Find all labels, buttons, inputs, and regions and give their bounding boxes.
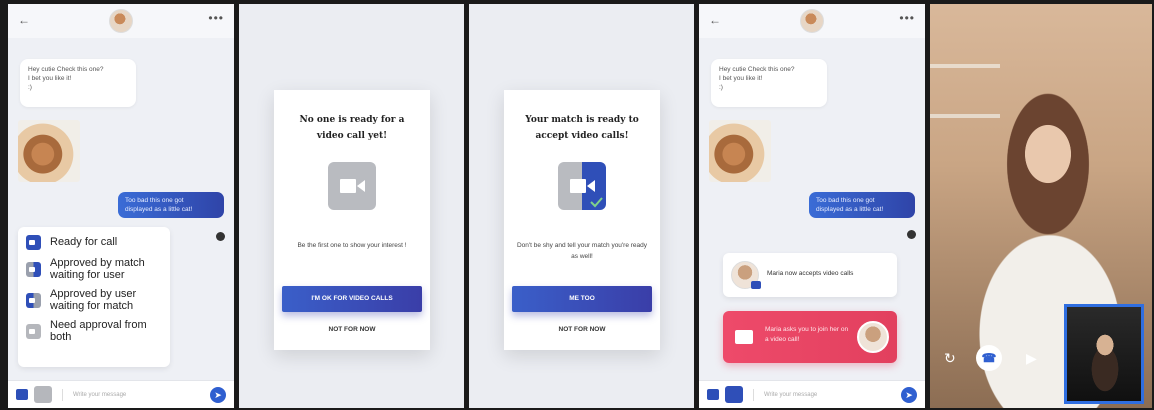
read-receipt-avatar: [907, 230, 916, 239]
outgoing-message: Too bad this one got displayed as a litt…: [809, 192, 915, 218]
cat-image[interactable]: [18, 120, 80, 182]
video-call-icon[interactable]: [725, 386, 743, 403]
message-input[interactable]: Write your message: [62, 389, 192, 401]
incoming-message: Hey cutie Check this one? I bet you like…: [20, 59, 136, 107]
dialog-title: No one is ready for a video call yet!: [299, 115, 405, 142]
send-icon[interactable]: ➤: [210, 387, 226, 403]
notification-text: Maria asks you to join her on a video ca…: [765, 326, 849, 343]
legend-label: Approved by user waiting for match: [50, 288, 137, 313]
dialog-title: Your match is ready to accept video call…: [525, 115, 639, 142]
video-status-legend: Ready for call Approved by match waiting…: [18, 227, 170, 367]
legend-item: Approved by match waiting for user: [26, 257, 162, 281]
chat-header: ← •••: [699, 4, 925, 38]
background-shelf: [930, 64, 1000, 68]
video-call-icon[interactable]: [34, 386, 52, 403]
video-call-screen: ↻ ☎ ▶: [930, 4, 1152, 408]
legend-item: Ready for call: [26, 235, 162, 250]
cat-image[interactable]: [709, 120, 771, 182]
dialog-screen-ready: Your match is ready to accept video call…: [469, 4, 694, 408]
video-badge-icon: [751, 281, 761, 289]
not-now-button[interactable]: NOT FOR NOW: [274, 326, 430, 333]
video-disabled-icon: [328, 162, 376, 210]
chat-screen-notifications: ← ••• Hey cutie Check this one? I bet yo…: [699, 4, 925, 408]
accept-video-calls-button[interactable]: I'M OK FOR VIDEO CALLS: [282, 286, 422, 312]
legend-item: Need approval from both: [26, 319, 162, 343]
dialog-screen-not-ready: No one is ready for a video call yet! Be…: [239, 4, 464, 408]
video-approved-match-icon: [26, 261, 41, 277]
message-input[interactable]: Write your message: [753, 389, 883, 401]
read-receipt-avatar: [216, 232, 225, 241]
back-arrow-icon[interactable]: ←: [709, 13, 721, 27]
chat-header: ← •••: [8, 4, 234, 38]
message-composer: Write your message ➤: [699, 380, 925, 408]
chat-screen-legend: ← ••• Hey cutie Check this one? I bet yo…: [8, 4, 234, 408]
video-half-approved-icon: [558, 162, 606, 210]
video-call-invite-notification[interactable]: Maria asks you to join her on a video ca…: [723, 311, 897, 363]
accepts-calls-notification[interactable]: Maria now accepts video calls: [723, 253, 897, 297]
video-call-dialog: No one is ready for a video call yet! Be…: [274, 90, 430, 350]
me-too-button[interactable]: ME TOO: [512, 286, 652, 312]
outgoing-message: Too bad this one got displayed as a litt…: [118, 192, 224, 218]
avatar: [857, 321, 889, 353]
legend-label: Ready for call: [50, 236, 118, 249]
avatar[interactable]: [109, 9, 133, 33]
more-options-icon[interactable]: •••: [899, 11, 915, 25]
back-arrow-icon[interactable]: ←: [18, 13, 30, 27]
legend-label: Approved by match waiting for user: [50, 257, 145, 282]
avatar[interactable]: [800, 9, 824, 33]
more-options-icon[interactable]: •••: [208, 11, 224, 25]
camera-icon[interactable]: [16, 389, 28, 400]
dialog-subtitle: Don't be shy and tell your match you're …: [516, 242, 648, 261]
send-icon[interactable]: ➤: [901, 387, 917, 403]
video-camera-icon: [735, 330, 753, 344]
background-shelf: [930, 114, 1000, 118]
legend-label: Need approval from both: [50, 319, 147, 344]
not-now-button[interactable]: NOT FOR NOW: [504, 326, 660, 333]
video-off-icon[interactable]: ▶: [1026, 350, 1037, 367]
dialog-subtitle: Be the first one to show your interest !: [297, 242, 407, 249]
self-video-preview[interactable]: [1064, 304, 1144, 404]
message-composer: Write your message ➤: [8, 380, 234, 408]
notification-text: Maria now accepts video calls: [767, 270, 854, 277]
switch-camera-icon[interactable]: ↻: [944, 350, 956, 367]
video-need-approval-icon: [26, 323, 41, 339]
video-approved-user-icon: [26, 292, 41, 308]
hang-up-icon[interactable]: ☎: [976, 345, 1002, 371]
video-call-dialog: Your match is ready to accept video call…: [504, 90, 660, 350]
incoming-message: Hey cutie Check this one? I bet you like…: [711, 59, 827, 107]
camera-icon[interactable]: [707, 389, 719, 400]
legend-item: Approved by user waiting for match: [26, 288, 162, 312]
video-ready-icon: [26, 235, 41, 250]
